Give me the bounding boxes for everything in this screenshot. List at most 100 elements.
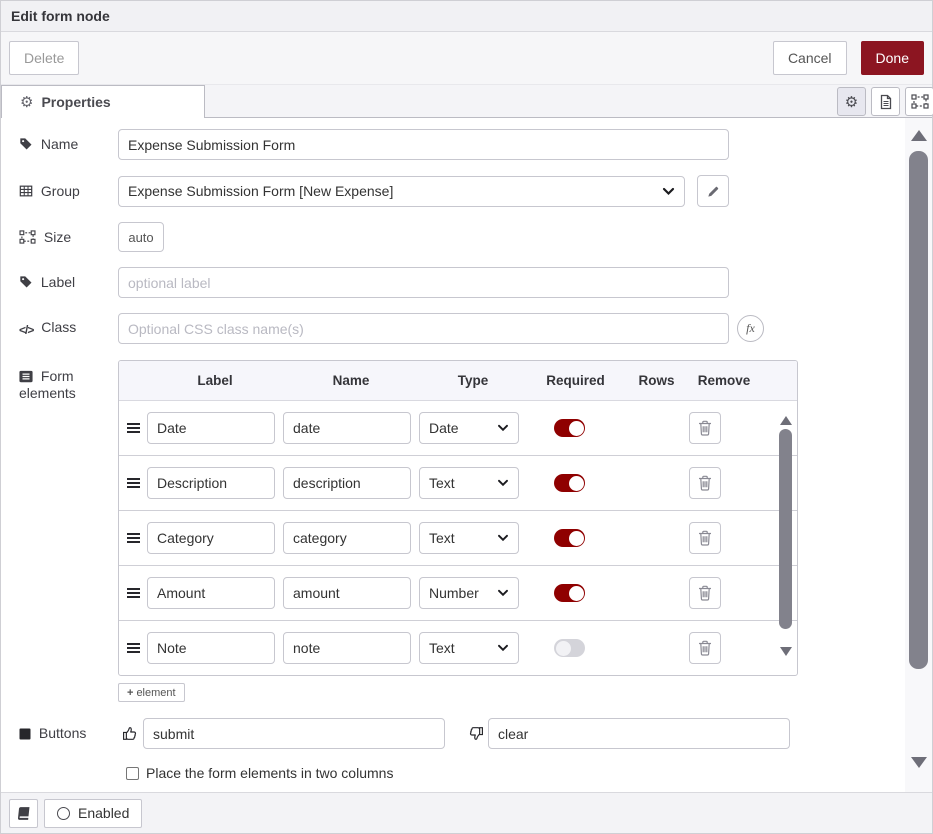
dialog-header: Edit form node <box>1 1 932 32</box>
group-row: Group Expense Submission Form [New Expen… <box>9 175 904 207</box>
node-help-button[interactable] <box>9 799 38 828</box>
element-type-select[interactable]: Number <box>419 577 519 609</box>
element-type-select[interactable]: Text <box>419 522 519 554</box>
chevron-down-icon <box>497 534 509 542</box>
chevron-down-icon <box>497 644 509 652</box>
delete-element-button[interactable] <box>689 412 721 444</box>
document-icon <box>879 94 893 110</box>
group-select-value: Expense Submission Form [New Expense] <box>128 183 393 199</box>
buttons-row: Buttons <box>9 718 904 749</box>
column-header-rows: Rows <box>624 373 689 388</box>
cancel-button[interactable]: Cancel <box>773 41 847 75</box>
element-label-input[interactable] <box>147 467 275 499</box>
element-label-input[interactable] <box>147 632 275 664</box>
table-scrollbar[interactable] <box>778 401 793 675</box>
two-columns-checkbox[interactable] <box>126 767 139 780</box>
properties-panel: Name Group Expense Submission Form [New … <box>1 118 932 792</box>
scroll-up-arrow-icon[interactable] <box>911 130 927 141</box>
element-label-input[interactable] <box>147 577 275 609</box>
tab-properties[interactable]: ⚙ Properties <box>1 85 205 118</box>
size-row: Size auto <box>9 222 904 252</box>
form-elements-table-body: Date Text <box>119 401 797 675</box>
required-toggle[interactable] <box>554 529 585 547</box>
class-dynamic-button[interactable]: fx <box>737 315 764 342</box>
delete-element-button[interactable] <box>689 577 721 609</box>
trash-icon <box>698 475 712 491</box>
scroll-down-arrow-icon[interactable] <box>911 757 927 768</box>
dialog-action-bar: Delete Cancel Done <box>1 32 932 85</box>
two-columns-row: Place the form elements in two columns <box>126 765 904 781</box>
label-label: Label <box>9 274 118 291</box>
trash-icon <box>698 530 712 546</box>
required-toggle[interactable] <box>554 419 585 437</box>
class-input[interactable] <box>118 313 729 344</box>
name-input[interactable] <box>118 129 729 160</box>
element-label-input[interactable] <box>147 522 275 554</box>
column-header-name: Name <box>283 373 419 388</box>
table-icon <box>19 184 33 198</box>
node-description-button[interactable] <box>871 87 900 116</box>
element-type-select[interactable]: Text <box>419 467 519 499</box>
edit-form-node-dialog: Edit form node Delete Cancel Done ⚙ Prop… <box>0 0 933 834</box>
element-name-input[interactable] <box>283 412 411 444</box>
clear-button-label-input[interactable] <box>488 718 790 749</box>
form-element-row: Date <box>119 401 797 456</box>
trash-icon <box>698 585 712 601</box>
column-header-required: Required <box>527 373 624 388</box>
delete-element-button[interactable] <box>689 522 721 554</box>
tag-icon <box>19 275 33 289</box>
group-label: Group <box>9 183 118 200</box>
node-properties-button[interactable]: ⚙ <box>837 87 866 116</box>
group-select[interactable]: Expense Submission Form [New Expense] <box>118 176 685 207</box>
element-type-select[interactable]: Date <box>419 412 519 444</box>
plus-icon: + <box>127 687 133 699</box>
enabled-toggle-button[interactable]: Enabled <box>44 799 142 828</box>
list-alt-icon <box>19 370 33 383</box>
column-header-label: Label <box>147 373 283 388</box>
required-toggle[interactable] <box>554 474 585 492</box>
add-element-button[interactable]: +element <box>118 683 185 702</box>
drag-handle[interactable] <box>127 423 140 433</box>
required-toggle[interactable] <box>554 639 585 657</box>
gear-icon: ⚙ <box>20 93 33 111</box>
node-appearance-button[interactable] <box>905 87 933 116</box>
main-scrollbar[interactable] <box>905 118 932 792</box>
code-icon: </> <box>19 323 33 337</box>
gear-icon: ⚙ <box>845 93 858 111</box>
submit-button-label-input[interactable] <box>143 718 445 749</box>
status-circle-icon <box>57 807 70 820</box>
class-label: </> Class <box>9 319 118 339</box>
done-button[interactable]: Done <box>861 41 924 75</box>
element-name-input[interactable] <box>283 522 411 554</box>
table-scrollbar-thumb[interactable] <box>779 429 792 629</box>
drag-handle[interactable] <box>127 643 140 653</box>
chevron-down-icon <box>662 187 675 196</box>
enabled-label: Enabled <box>78 805 129 821</box>
element-name-input[interactable] <box>283 632 411 664</box>
required-toggle[interactable] <box>554 584 585 602</box>
size-button[interactable]: auto <box>118 222 164 252</box>
drag-handle[interactable] <box>127 478 140 488</box>
thumbs-down-icon <box>467 725 484 742</box>
delete-element-button[interactable] <box>689 467 721 499</box>
scroll-down-arrow-icon[interactable] <box>780 647 792 656</box>
element-type-select[interactable]: Text <box>419 632 519 664</box>
scroll-up-arrow-icon[interactable] <box>780 416 792 425</box>
trash-icon <box>698 640 712 656</box>
label-input[interactable] <box>118 267 729 298</box>
element-name-input[interactable] <box>283 577 411 609</box>
buttons-label: Buttons <box>9 725 118 742</box>
main-scrollbar-thumb[interactable] <box>909 151 928 669</box>
drag-handle[interactable] <box>127 588 140 598</box>
element-name-input[interactable] <box>283 467 411 499</box>
form-element-row: Text <box>119 511 797 566</box>
label-row: Label <box>9 267 904 298</box>
drag-handle[interactable] <box>127 533 140 543</box>
delete-button[interactable]: Delete <box>9 41 79 75</box>
chevron-down-icon <box>497 479 509 487</box>
edit-group-button[interactable] <box>697 175 729 207</box>
class-row: </> Class fx <box>9 313 904 344</box>
element-label-input[interactable] <box>147 412 275 444</box>
delete-element-button[interactable] <box>689 632 721 664</box>
chevron-down-icon <box>497 424 509 432</box>
